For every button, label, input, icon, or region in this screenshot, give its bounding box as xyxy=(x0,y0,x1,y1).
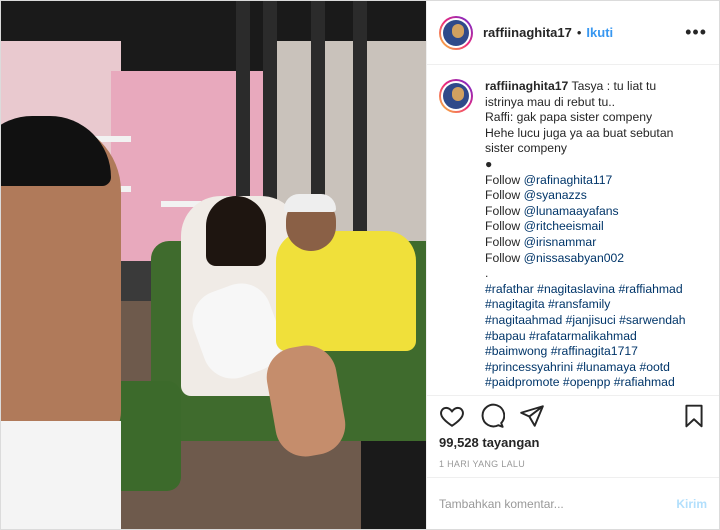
mention-link[interactable]: @irisnammar xyxy=(524,235,597,249)
post-video[interactable] xyxy=(1,1,426,529)
video-scene-person xyxy=(276,231,416,351)
comment-input[interactable] xyxy=(439,496,677,511)
share-icon[interactable] xyxy=(519,403,545,429)
follow-prefix: Follow xyxy=(485,250,524,265)
video-scene-shirt xyxy=(1,421,121,529)
follow-line: Follow @syanazzs xyxy=(485,188,707,204)
post-header: raffiinaghita17 • Ikuti ••• xyxy=(427,1,719,65)
action-bar xyxy=(427,395,719,435)
view-count[interactable]: 99,528 tayangan xyxy=(427,435,719,453)
follow-prefix: Follow xyxy=(485,188,524,203)
video-scene-pillar xyxy=(353,1,367,261)
video-scene-chair xyxy=(361,441,426,529)
follow-prefix: Follow xyxy=(485,234,524,249)
hashtag-line[interactable]: #nagitaahmad #janjisuci #sarwendah xyxy=(485,313,707,329)
mention-link[interactable]: @ritcheeismail xyxy=(524,219,604,233)
comment-form: Kirim xyxy=(427,477,719,529)
hashtag-line[interactable]: #paidpromote #openpp #rafiahmad xyxy=(485,375,707,391)
heart-icon[interactable] xyxy=(439,403,465,429)
mention-link[interactable]: @nissasabyan002 xyxy=(524,251,624,265)
follow-line: Follow @lunamaayafans xyxy=(485,204,707,220)
caption-line: raffiinaghita17 Tasya : tu liat tu xyxy=(485,79,707,95)
caption-line: sister compeny xyxy=(485,141,567,156)
follow-button[interactable]: Ikuti xyxy=(586,25,613,40)
hashtag-line[interactable]: #nagitagita #ransfamily xyxy=(485,297,707,313)
hashtag-line[interactable]: #rafathar #nagitaslavina #raffiahmad xyxy=(485,282,707,298)
post-sidebar: raffiinaghita17 • Ikuti ••• raffiinaghit… xyxy=(426,1,719,529)
follow-prefix: Follow xyxy=(485,203,524,218)
story-ring[interactable] xyxy=(439,15,473,50)
hashtag-line[interactable]: #bapau #rafatarmalikahmad xyxy=(485,329,707,345)
comment-icon[interactable] xyxy=(479,403,505,429)
hashtag-line[interactable]: #baimwong #raffinagita1717 xyxy=(485,344,707,360)
comments-section: raffiinaghita17 Tasya : tu liat tu istri… xyxy=(427,65,719,395)
avatar xyxy=(441,81,471,111)
follow-line: Follow @rafinaghita117 xyxy=(485,173,707,189)
caption-line: Hehe lucu juga ya aa buat sebutan xyxy=(485,125,674,140)
caption-text: Tasya : tu liat tu xyxy=(571,79,657,93)
instagram-post-modal: raffiinaghita17 • Ikuti ••• raffiinaghit… xyxy=(0,0,720,530)
post-comment-button[interactable]: Kirim xyxy=(676,497,707,511)
mention-link[interactable]: @lunamaayafans xyxy=(524,204,619,218)
video-scene-person xyxy=(206,196,266,266)
follow-line: Follow @ritcheeismail xyxy=(485,219,707,235)
avatar xyxy=(441,17,471,48)
post-username[interactable]: raffiinaghita17 xyxy=(483,25,572,40)
bookmark-icon[interactable] xyxy=(681,403,707,429)
mention-link[interactable]: @rafinaghita117 xyxy=(524,173,613,187)
story-ring[interactable] xyxy=(439,79,473,113)
follow-line: Follow @nissasabyan002 xyxy=(485,251,707,267)
post-timestamp[interactable]: 1 HARI YANG LALU xyxy=(427,453,719,477)
separator-dot: • xyxy=(576,25,582,40)
more-options-icon[interactable]: ••• xyxy=(685,22,707,43)
hashtag-line[interactable]: #princessyahrini #lunamaya #ootd xyxy=(485,360,707,376)
caption-line: istrinya mau di rebut tu.. xyxy=(485,94,616,109)
caption-username[interactable]: raffiinaghita17 xyxy=(485,79,568,93)
caption-line: . xyxy=(485,266,489,281)
follow-prefix: Follow xyxy=(485,172,524,187)
follow-line: Follow @irisnammar xyxy=(485,235,707,251)
follow-prefix: Follow xyxy=(485,219,524,234)
caption-line: ● xyxy=(485,156,493,171)
video-scene-cap xyxy=(284,194,336,212)
caption-line: Raffi: gak papa sister compeny xyxy=(485,110,653,125)
post-caption: raffiinaghita17 Tasya : tu liat tu istri… xyxy=(485,79,707,395)
mention-link[interactable]: @syanazzs xyxy=(524,188,587,202)
